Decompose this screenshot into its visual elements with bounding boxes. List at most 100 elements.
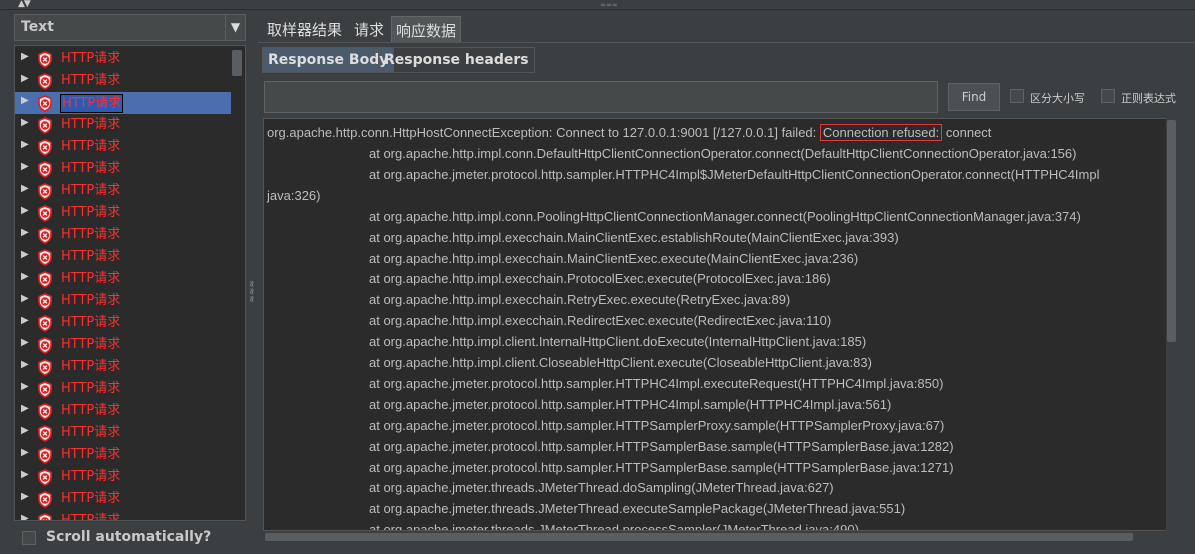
expand-arrow-icon[interactable]: ▶: [21, 403, 29, 414]
stack-trace-line: at org.apache.http.impl.execchain.MainCl…: [369, 250, 859, 266]
error-shield-icon: [38, 337, 52, 354]
tree-item[interactable]: ▶ HTTP请求: [15, 334, 231, 356]
expand-arrow-icon[interactable]: ▶: [21, 315, 29, 326]
tab-response-body[interactable]: Response Body: [262, 47, 395, 73]
tree-item[interactable]: ▶ HTTP请求: [15, 202, 231, 224]
expand-arrow-icon[interactable]: ▶: [21, 447, 29, 458]
scroll-automatically-checkbox[interactable]: [22, 531, 36, 545]
chevron-down-icon[interactable]: ▼: [225, 15, 245, 40]
tree-item-label: HTTP请求: [61, 183, 121, 198]
tab-response-headers[interactable]: Response headers: [378, 47, 535, 73]
tree-item[interactable]: ▶ HTTP请求: [15, 356, 231, 378]
tree-item[interactable]: ▶ HTTP请求: [15, 136, 231, 158]
tree-item-label: HTTP请求: [61, 447, 121, 462]
expand-arrow-icon[interactable]: ▶: [21, 425, 29, 436]
tree-item[interactable]: ▶ HTTP请求: [15, 422, 231, 444]
tree-item[interactable]: ▶ HTTP请求: [15, 224, 231, 246]
regex-checkbox[interactable]: [1101, 89, 1115, 103]
tab-request[interactable]: 请求: [350, 16, 388, 42]
expand-arrow-icon[interactable]: ▶: [21, 293, 29, 304]
tree-item[interactable]: ▶ HTTP请求: [15, 92, 231, 114]
tab-response-data[interactable]: 响应数据: [391, 16, 462, 42]
error-shield-icon: [38, 95, 52, 112]
regex-label: 正则表达式: [1121, 92, 1176, 105]
top-divider[interactable]: ▲▼ ≈≈≈: [0, 0, 1195, 10]
tree-item[interactable]: ▶ HTTP请求: [15, 378, 231, 400]
expand-arrow-icon[interactable]: ▶: [21, 161, 29, 172]
response-horizontal-scrollbar[interactable]: [263, 531, 1177, 543]
tree-item[interactable]: ▶ HTTP请求: [15, 268, 231, 290]
collapse-arrows-icon[interactable]: ▲▼: [18, 0, 31, 9]
error-shield-icon: [38, 183, 52, 200]
error-shield-icon: [38, 293, 52, 310]
vertical-splitter-grip-icon[interactable]: ≈≈≈: [246, 280, 256, 303]
tree-item[interactable]: ▶ HTTP请求: [15, 400, 231, 422]
tab-sampler-result[interactable]: 取样器结果: [263, 16, 346, 42]
stack-trace-line: at org.apache.http.impl.execchain.MainCl…: [369, 229, 899, 245]
stack-trace-line: at org.apache.http.impl.execchain.RetryE…: [369, 292, 791, 308]
tree-item-label: HTTP请求: [61, 227, 121, 242]
expand-arrow-icon[interactable]: ▶: [21, 51, 29, 62]
tree-scrollbar[interactable]: [232, 50, 242, 76]
expand-arrow-icon[interactable]: ▶: [21, 117, 29, 128]
tree-item[interactable]: ▶ HTTP请求: [15, 158, 231, 180]
expand-arrow-icon[interactable]: ▶: [21, 183, 29, 194]
highlighted-error: Connection refused:: [819, 124, 943, 141]
tree-item-label: HTTP请求: [61, 425, 121, 440]
expand-arrow-icon[interactable]: ▶: [21, 337, 29, 348]
sample-tree[interactable]: ▶ HTTP请求 ▶ HTTP请求 ▶ HTTP请求 ▶ HTTP请求 ▶ HTTP请求 ▶ HTTP…: [14, 45, 246, 521]
tree-item[interactable]: ▶ HTTP请求: [15, 70, 231, 92]
expand-arrow-icon[interactable]: ▶: [21, 271, 29, 282]
splitter-grip-icon[interactable]: ≈≈≈: [600, 1, 618, 9]
stack-trace-line: at org.apache.http.impl.conn.PoolingHttp…: [369, 208, 1081, 224]
renderer-select[interactable]: Text ▼: [14, 14, 246, 41]
tree-item-label: HTTP请求: [61, 491, 121, 506]
response-data-pane: Response Body Response headers Find 区分大小…: [258, 42, 1195, 554]
tree-item[interactable]: ▶ HTTP请求: [15, 510, 231, 520]
expand-arrow-icon[interactable]: ▶: [21, 359, 29, 370]
stack-trace-line: at org.apache.http.impl.execchain.Protoc…: [369, 271, 831, 287]
tree-item-label: HTTP请求: [61, 205, 121, 220]
expand-arrow-icon[interactable]: ▶: [21, 381, 29, 392]
expand-arrow-icon[interactable]: ▶: [21, 205, 29, 216]
error-shield-icon: [38, 205, 52, 222]
tree-item[interactable]: ▶ HTTP请求: [15, 114, 231, 136]
exception-text: org.apache.http.conn.HttpHostConnectExce…: [267, 125, 817, 140]
tree-item-label: HTTP请求: [61, 403, 121, 418]
response-vertical-scrollbar[interactable]: [1166, 118, 1177, 531]
find-button[interactable]: Find: [948, 83, 1000, 111]
expand-arrow-icon[interactable]: ▶: [21, 469, 29, 480]
scrollbar-thumb[interactable]: [265, 533, 1133, 541]
expand-arrow-icon[interactable]: ▶: [21, 513, 29, 520]
error-shield-icon: [38, 359, 52, 376]
tree-item[interactable]: ▶ HTTP请求: [15, 444, 231, 466]
error-shield-icon: [38, 227, 52, 244]
expand-arrow-icon[interactable]: ▶: [21, 249, 29, 260]
tree-item-label: HTTP请求: [61, 117, 121, 132]
find-bar: Find 区分大小写 正则表达式: [264, 81, 1195, 113]
tree-item[interactable]: ▶ HTTP请求: [15, 48, 231, 70]
tree-item[interactable]: ▶ HTTP请求: [15, 180, 231, 202]
expand-arrow-icon[interactable]: ▶: [21, 139, 29, 150]
tree-item[interactable]: ▶ HTTP请求: [15, 466, 231, 488]
tree-item[interactable]: ▶ HTTP请求: [15, 312, 231, 334]
tree-item-label: HTTP请求: [61, 337, 121, 352]
stack-trace-line: at org.apache.http.impl.client.InternalH…: [369, 334, 867, 350]
scrollbar-thumb[interactable]: [1167, 120, 1176, 342]
expand-arrow-icon[interactable]: ▶: [21, 73, 29, 84]
search-input[interactable]: [264, 81, 938, 113]
tree-item-label: HTTP请求: [61, 51, 121, 66]
error-shield-icon: [38, 403, 52, 420]
case-sensitive-checkbox[interactable]: [1010, 89, 1024, 103]
scroll-automatically-option[interactable]: Scroll automatically?: [22, 528, 242, 548]
expand-arrow-icon[interactable]: ▶: [21, 95, 29, 106]
error-shield-icon: [38, 513, 52, 520]
tree-item-label: HTTP请求: [61, 381, 121, 396]
expand-arrow-icon[interactable]: ▶: [21, 491, 29, 502]
response-body-text[interactable]: org.apache.http.conn.HttpHostConnectExce…: [263, 118, 1177, 531]
tree-item[interactable]: ▶ HTTP请求: [15, 246, 231, 268]
tree-item-label: HTTP请求: [61, 359, 121, 374]
expand-arrow-icon[interactable]: ▶: [21, 227, 29, 238]
tree-item[interactable]: ▶ HTTP请求: [15, 488, 231, 510]
tree-item[interactable]: ▶ HTTP请求: [15, 290, 231, 312]
